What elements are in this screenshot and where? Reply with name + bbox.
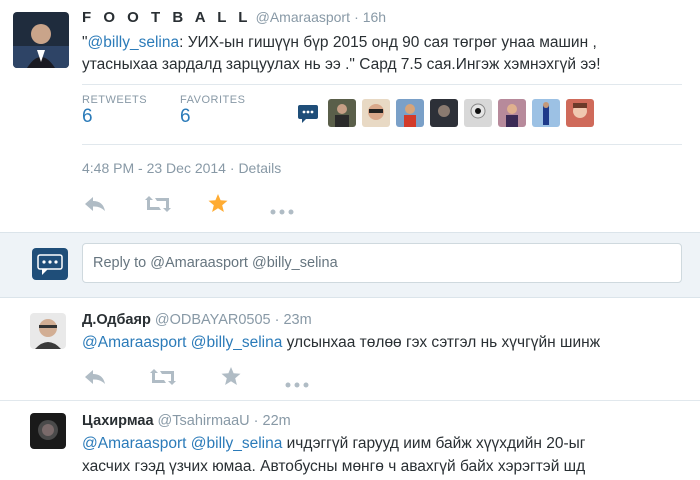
more-action[interactable] xyxy=(285,375,309,393)
mention-link[interactable]: @Amaraasport xyxy=(82,334,186,351)
mention-link[interactable]: @billy_selina xyxy=(191,435,283,452)
retweet-icon xyxy=(150,369,176,385)
reply-text: @Amaraasport @billy_selina ичдэггүй гару… xyxy=(82,432,682,478)
favorite-action[interactable] xyxy=(221,367,241,391)
reply-box-icon xyxy=(32,248,68,280)
engager-avatar[interactable] xyxy=(396,99,424,127)
more-icon xyxy=(270,209,294,215)
retweet-action[interactable] xyxy=(145,196,171,217)
retweet-icon xyxy=(145,196,171,212)
favorite-icon xyxy=(221,367,241,385)
reply-action[interactable] xyxy=(84,196,106,217)
tweet-text-line-2: утасныхаа зардалд зарцуулах нь ээ ." Сар… xyxy=(82,56,601,73)
engager-avatar[interactable] xyxy=(566,99,594,127)
more-action[interactable] xyxy=(270,202,294,220)
reply-handle[interactable]: @TsahirmaaU xyxy=(158,413,250,429)
tweet-timestamp[interactable]: 4:48 PM - 23 Dec 2014 xyxy=(82,160,226,176)
favorite-action[interactable] xyxy=(208,194,228,218)
reply-handle[interactable]: @ODBAYAR0505 xyxy=(155,312,271,328)
reply-text-line-2: хасчих гээд үзчих юмаа. Автобусны мөнгө … xyxy=(82,458,586,475)
retweets-count: 6 xyxy=(82,106,93,127)
reply-text-line-1: @Amaraasport @billy_selina улсынхаа төлө… xyxy=(82,331,682,354)
favorite-icon xyxy=(208,194,228,212)
reply-placeholder-mentions: @Amaraasport @billy_selina xyxy=(150,255,338,271)
reply-placeholder-prefix: Reply to xyxy=(93,255,151,271)
reply-time[interactable]: 22m xyxy=(263,413,291,429)
author-handle[interactable]: @Amaraasport xyxy=(256,9,350,25)
author-name-row: F O O T B A L L @Amaraasport · 16h xyxy=(82,9,386,26)
conversation-icon xyxy=(298,105,318,123)
engager-avatar[interactable] xyxy=(328,99,356,127)
mention-link[interactable]: @billy_selina xyxy=(88,34,180,51)
favorites-count: 6 xyxy=(180,106,191,127)
divider xyxy=(82,84,682,85)
more-icon xyxy=(285,382,309,388)
favorites-stat[interactable]: FAVORITES 6 xyxy=(180,94,245,128)
retweet-action[interactable] xyxy=(150,369,176,390)
retweets-stat[interactable]: RETWEETS 6 xyxy=(82,94,147,128)
divider xyxy=(0,400,700,401)
tweet-time-sep: · xyxy=(354,9,363,25)
engager-avatar[interactable] xyxy=(362,99,390,127)
tweet-text-line-1: "@billy_selina: УИХ-ын гишүүн бүр 2015 о… xyxy=(82,32,682,54)
author-display-name[interactable]: F O O T B A L L xyxy=(82,9,251,26)
reply-text: @Amaraasport @billy_selina улсынхаа төлө… xyxy=(82,331,682,354)
engager-avatar[interactable] xyxy=(532,99,560,127)
meta-separator: · xyxy=(225,160,239,176)
reply-time[interactable]: 23m xyxy=(283,312,311,328)
reply-text-line-1: @Amaraasport @billy_selina ичдэггүй гару… xyxy=(82,432,682,455)
reply-text-part: улсынхаа төлөө гэх сэтгэл нь хүчгүйн шин… xyxy=(282,334,601,351)
divider xyxy=(82,144,682,145)
engager-avatar[interactable] xyxy=(498,99,526,127)
tweet-meta: 4:48 PM - 23 Dec 2014 · Details xyxy=(82,160,281,176)
reply-action[interactable] xyxy=(84,369,106,390)
reply-author-avatar[interactable] xyxy=(30,413,66,449)
tweet-time[interactable]: 16h xyxy=(363,9,386,25)
reply-author-row: Цахирмаа @TsahirmaaU · 22m xyxy=(82,413,291,429)
author-avatar[interactable] xyxy=(13,12,69,68)
favorites-label: FAVORITES xyxy=(180,94,246,106)
reply-input[interactable]: Reply to @Amaraasport @billy_selina xyxy=(82,243,682,283)
engager-avatar[interactable] xyxy=(464,99,492,127)
mention-link[interactable]: @billy_selina xyxy=(191,334,283,351)
reply-text-part: ичдэггүй гарууд иим байж хүүхдийн 20-ыг xyxy=(282,435,586,452)
reply-icon xyxy=(85,370,105,384)
mention-link[interactable]: @Amaraasport xyxy=(82,435,186,452)
reply-author-avatar[interactable] xyxy=(30,313,66,349)
retweets-label: RETWEETS xyxy=(82,94,148,106)
reply-author-row: Д.Одбаяр @ODBAYAR0505 · 23m xyxy=(82,312,312,328)
details-link[interactable]: Details xyxy=(238,160,281,176)
tweet-text: "@billy_selina: УИХ-ын гишүүн бүр 2015 о… xyxy=(82,32,682,76)
engager-avatar[interactable] xyxy=(430,99,458,127)
reply-display-name[interactable]: Д.Одбаяр xyxy=(82,312,151,328)
reply-time-sep: · xyxy=(253,413,263,429)
reply-icon xyxy=(85,197,105,211)
reply-display-name[interactable]: Цахирмаа xyxy=(82,413,154,429)
tweet-text-part: : УИХ-ын гишүүн бүр 2015 онд 90 сая төгр… xyxy=(179,34,597,51)
